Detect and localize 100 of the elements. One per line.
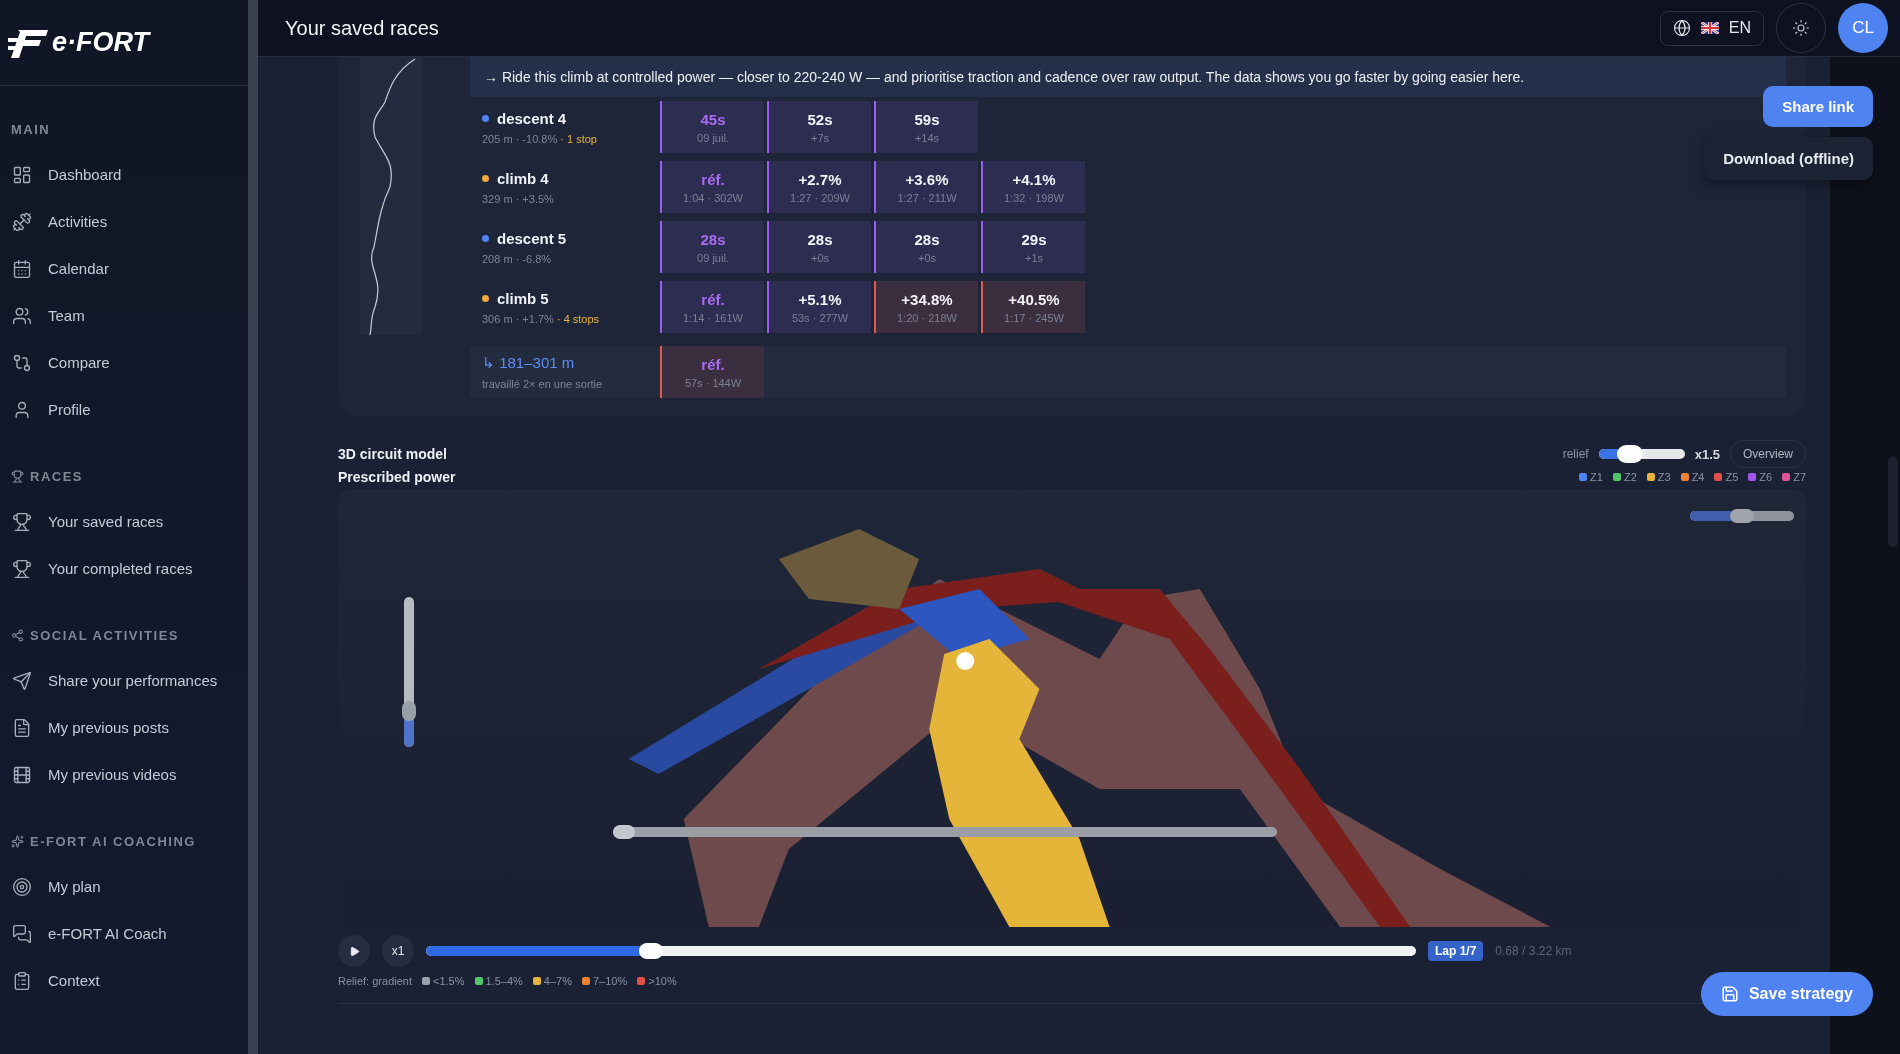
flag-icon	[1700, 22, 1719, 34]
zone-label: Z1	[1590, 471, 1603, 483]
time-cell: 45s 09 juil.	[660, 101, 764, 153]
sidebar-item[interactable]: My previous videos	[0, 751, 248, 798]
sun-icon	[1792, 19, 1810, 37]
relief-slider[interactable]	[1598, 445, 1685, 463]
section-title: RACES	[30, 469, 83, 484]
time-cell: +5.1% 53s · 277W	[767, 281, 871, 333]
gradient-label: 7–10%	[592, 975, 628, 987]
time-cell: 52s +7s	[767, 101, 871, 153]
zone-label: Z6	[1759, 471, 1773, 483]
time-cell: réf. 1:04 · 302W	[660, 161, 764, 213]
sidebar-item[interactable]: e-FORT AI Coach	[0, 910, 248, 957]
sidebar-item[interactable]: Profile	[0, 386, 248, 433]
language-button[interactable]: EN	[1659, 10, 1764, 46]
subrange-link[interactable]: ↳ 181–301 m	[482, 354, 660, 372]
segment-name: climb 5	[497, 289, 549, 307]
sidebar-item[interactable]: Context	[0, 957, 248, 1004]
nav-icon	[12, 305, 32, 326]
gradient-label: <1.5%	[433, 975, 465, 987]
time-cell: 28s +0s	[767, 221, 871, 273]
time-cell: 28s 09 juil.	[660, 221, 764, 273]
nav-icon	[12, 558, 32, 579]
speed-button[interactable]: x1	[382, 935, 414, 967]
zone-label: Z3	[1657, 471, 1671, 483]
sidebar-item[interactable]: Your saved races	[0, 498, 248, 545]
nav-icon	[12, 923, 32, 944]
segment-name: descent 4	[497, 109, 567, 127]
sidebar-item[interactable]: Your completed races	[0, 545, 248, 592]
time-cell: réf. 1:14 · 161W	[660, 281, 764, 333]
segment-meta: travaillé 2× en une sortie	[482, 378, 604, 390]
save-strategy-button[interactable]: Save strategy	[1700, 972, 1873, 1016]
gradient-label: >10%	[648, 975, 677, 987]
segment-name: climb 4	[497, 169, 549, 187]
segment-meta: 329 m · +3.5%	[482, 192, 555, 205]
time-cell: réf. 57s · 144W	[660, 346, 764, 398]
time-cell: 59s +14s	[874, 101, 978, 153]
section-icon	[11, 629, 24, 642]
sidebar-item[interactable]: Share your performances	[0, 657, 248, 704]
relief-label: relief	[1562, 447, 1589, 461]
sidebar-item[interactable]: Team	[0, 292, 248, 339]
share-link-button[interactable]: Share link	[1763, 86, 1873, 127]
section-title: Prescribed power	[338, 469, 457, 485]
time-cell: +3.6% 1:27 · 211W	[874, 161, 978, 213]
nav-icon	[12, 764, 32, 785]
play-icon	[348, 945, 360, 957]
nav-icon	[12, 670, 32, 691]
brand-name: e·FORT	[52, 27, 149, 58]
nav-icon	[12, 717, 32, 738]
save-icon	[1720, 985, 1739, 1003]
time-cell: 29s +1s	[981, 221, 1085, 273]
nav-icon	[12, 352, 32, 373]
time-cell: +2.7% 1:27 · 209W	[767, 161, 871, 213]
advice-text: → Ride this climb at controlled power — closer to 220-240 W — and prioritise traction and cadence over raw output. The data shows you go faster by going easier here.	[470, 57, 1786, 97]
segment-meta: 306 m · +1.7% · 4 stops	[482, 312, 601, 325]
segment-meta: 205 m · -10.8% · 1 stop	[482, 132, 598, 145]
nav-icon	[12, 511, 32, 532]
nav-icon	[12, 164, 32, 185]
sidebar-item[interactable]: My previous posts	[0, 704, 248, 751]
sidebar-item[interactable]: Compare	[0, 339, 248, 386]
zone-label: Z2	[1623, 471, 1637, 483]
theme-button[interactable]	[1776, 3, 1826, 53]
time-cell: +4.1% 1:32 · 198W	[981, 161, 1085, 213]
page-title: Your saved races	[285, 16, 440, 40]
sidebar-item[interactable]: Calendar	[0, 245, 248, 292]
segment-meta: 208 m · -6.8%	[482, 252, 553, 265]
segment-name: descent 5	[497, 229, 567, 247]
section-title: E-FORT AI COACHING	[30, 834, 196, 849]
zone-label: Z7	[1793, 471, 1806, 483]
time-cell: 28s +0s	[874, 221, 978, 273]
section-icon	[11, 835, 24, 848]
time-cell: +40.5% 1:17 · 245W	[981, 281, 1085, 333]
globe-icon	[1672, 19, 1691, 37]
zone-label: Z4	[1691, 471, 1705, 483]
nav-icon	[12, 258, 32, 279]
zone-label: Z5	[1725, 471, 1739, 483]
gradient-label: 4–7%	[543, 975, 572, 987]
section-title: 3D circuit model	[338, 446, 448, 462]
sidebar-item[interactable]: Activities	[0, 198, 248, 245]
section-title: MAIN	[11, 122, 51, 137]
legend-title: Relief: gradient	[338, 975, 412, 987]
user-avatar[interactable]: CL	[1838, 3, 1888, 53]
scrub-slider[interactable]	[613, 825, 1277, 839]
nav-icon	[12, 211, 32, 232]
section-icon	[11, 470, 24, 483]
sidebar-item[interactable]: Dashboard	[0, 151, 248, 198]
nav-icon	[12, 876, 32, 897]
nav-icon	[12, 970, 32, 991]
height-slider[interactable]	[402, 597, 416, 747]
distance-text: 0.68 / 3.22 km	[1495, 944, 1572, 958]
section-title: SOCIAL ACTIVITIES	[30, 628, 179, 643]
relief-reading: x1.5	[1694, 446, 1720, 462]
sidebar-item[interactable]: My plan	[0, 863, 248, 910]
playback-slider[interactable]	[426, 943, 1416, 959]
time-cell: +34.8% 1:20 · 218W	[874, 281, 978, 333]
play-button[interactable]	[338, 935, 370, 967]
download-button[interactable]: Download (offline)	[1704, 137, 1873, 180]
gradient-label: 1.5–4%	[485, 975, 523, 987]
lap-badge: Lap 1/7	[1428, 941, 1484, 961]
camera-slider[interactable]	[1690, 509, 1794, 523]
